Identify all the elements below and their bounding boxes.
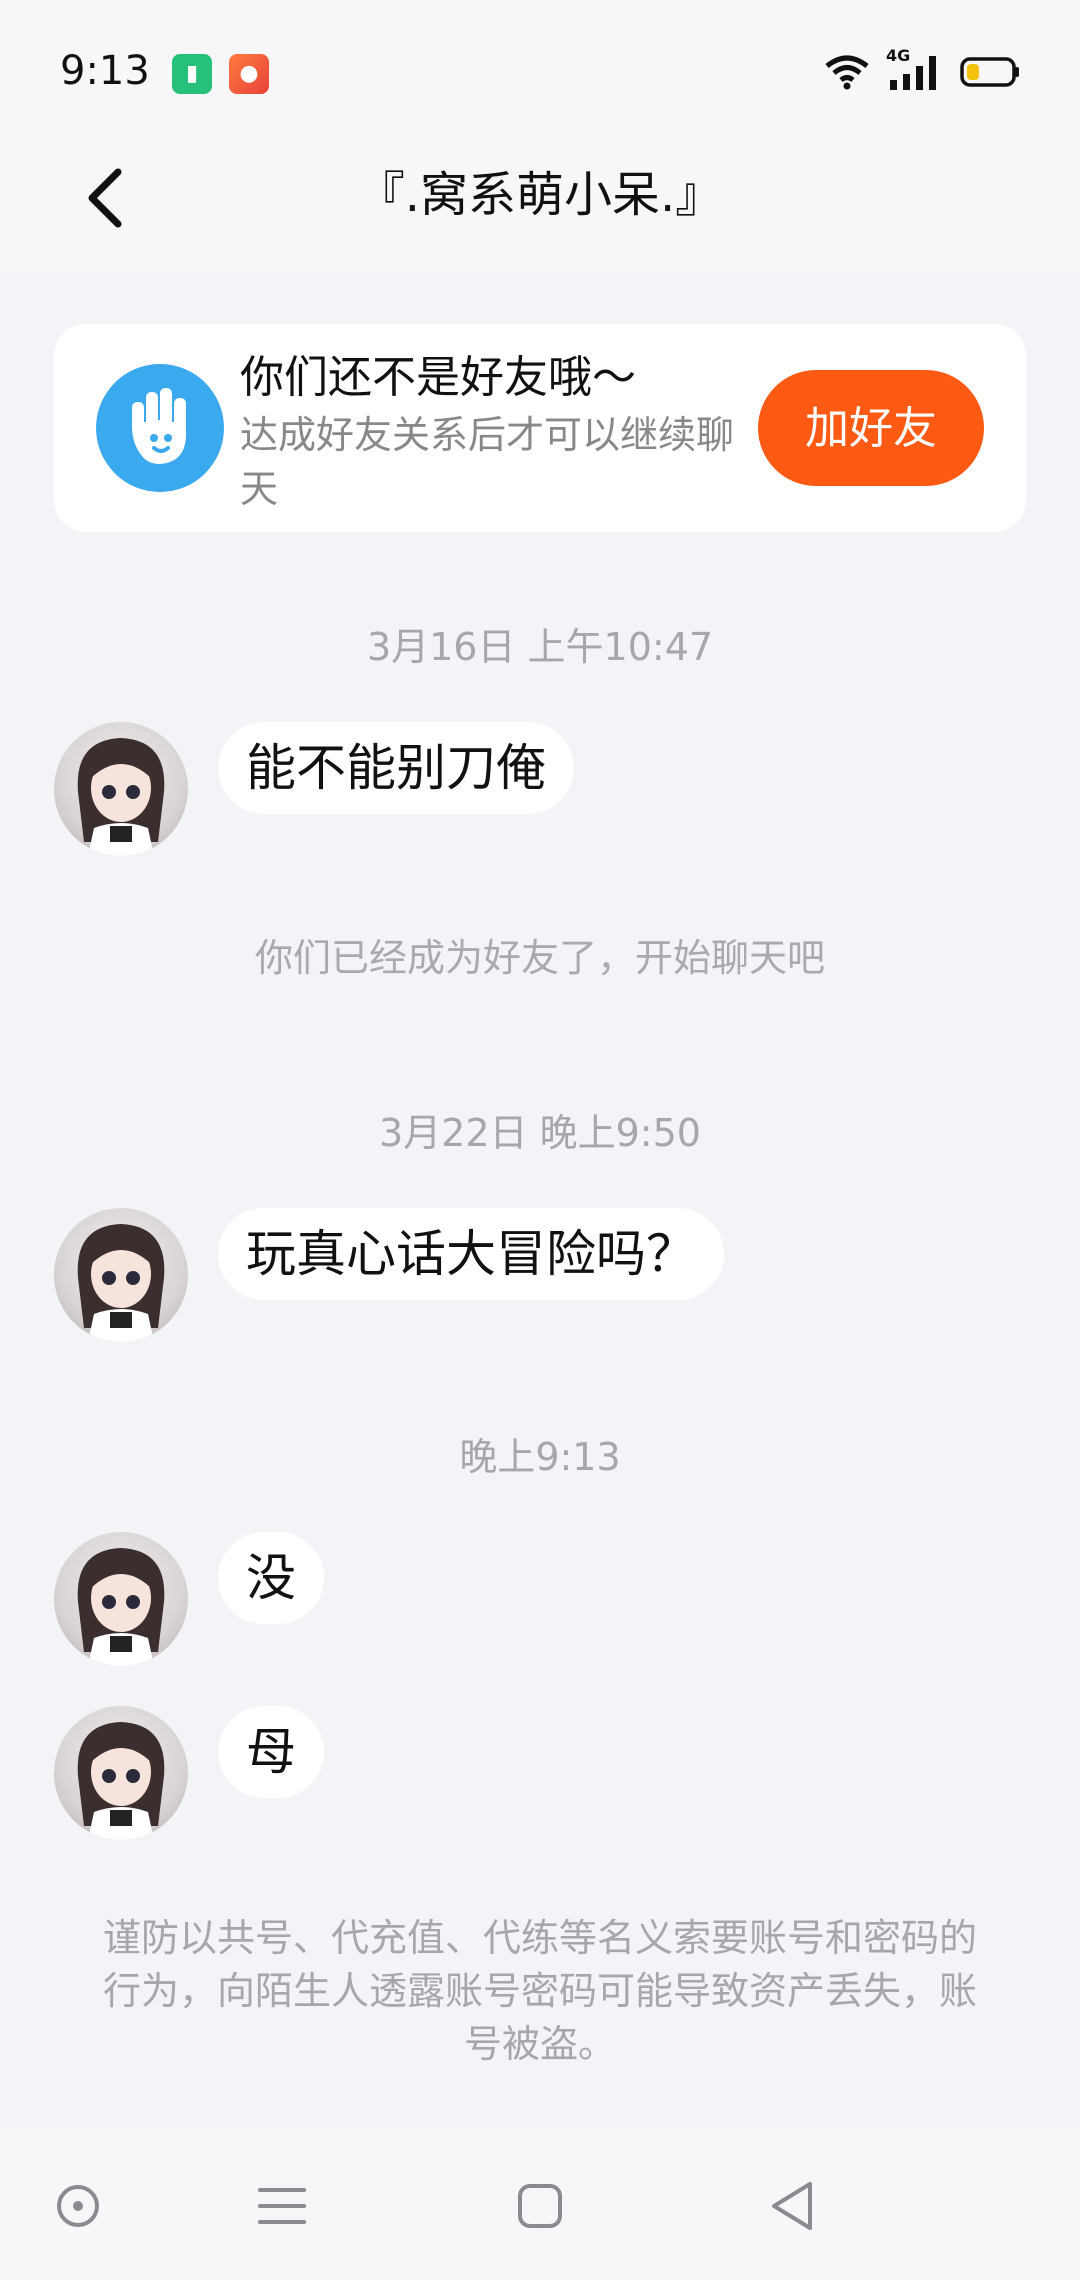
waving-hand-icon: [96, 364, 224, 492]
video-app-icon: ●: [229, 54, 269, 94]
banner-title: 你们还不是好友哦～: [240, 352, 636, 403]
back-triangle-icon: [772, 2182, 812, 2230]
security-notice: 谨防以共号、代充值、代练等名义索要账号和密码的行为，向陌生人透露账号密码可能导致…: [102, 1916, 977, 2066]
message-timestamp: 3月16日 上午10:47: [366, 625, 714, 669]
message-timestamp: 3月22日 晚上9:50: [379, 1111, 701, 1155]
recents-button[interactable]: [246, 2170, 318, 2242]
add-friend-button[interactable]: 加好友: [758, 370, 984, 486]
signal-icon: 4G: [886, 46, 944, 92]
back-button[interactable]: [72, 158, 142, 238]
status-bar: 9:13 ▮ ● 4G: [0, 0, 1080, 130]
avatar[interactable]: [54, 1532, 188, 1666]
battery-app-icon: ▮: [172, 54, 212, 94]
wifi-icon: [825, 55, 869, 90]
friend-request-banner: 你们还不是好友哦～ 达成好友关系后才可以继续聊天 加好友: [54, 324, 1026, 532]
page-title: 『.窝系萌小呆.』: [356, 167, 724, 223]
message-bubble[interactable]: 玩真心话大冒险吗？: [218, 1208, 724, 1300]
message-bubble[interactable]: 能不能别刀俺: [218, 722, 574, 814]
avatar[interactable]: [54, 1208, 188, 1342]
system-nav-bar: [0, 2130, 1080, 2280]
status-time: 9:13: [60, 48, 150, 94]
status-right-icons: 4G: [824, 46, 1020, 94]
message-bubble[interactable]: 没: [218, 1532, 324, 1624]
assistant-dot-icon: [57, 2185, 99, 2227]
message-timestamp: 晚上9:13: [459, 1435, 621, 1479]
home-button[interactable]: [504, 2170, 576, 2242]
home-square-icon: [518, 2184, 562, 2228]
back-nav-button[interactable]: [758, 2170, 830, 2242]
banner-subtitle: 达成好友关系后才可以继续聊天: [240, 413, 735, 511]
message-bubble[interactable]: 母: [218, 1706, 324, 1798]
chat-header: 『.窝系萌小呆.』: [0, 130, 1080, 270]
menu-lines-icon: [258, 2188, 306, 2224]
avatar[interactable]: [54, 722, 188, 856]
chevron-left-icon: [88, 168, 122, 228]
battery-icon: [960, 57, 1019, 87]
avatar[interactable]: [54, 1706, 188, 1840]
system-message: 你们已经成为好友了，开始聊天吧: [254, 936, 825, 980]
assistant-button[interactable]: [42, 2170, 114, 2242]
